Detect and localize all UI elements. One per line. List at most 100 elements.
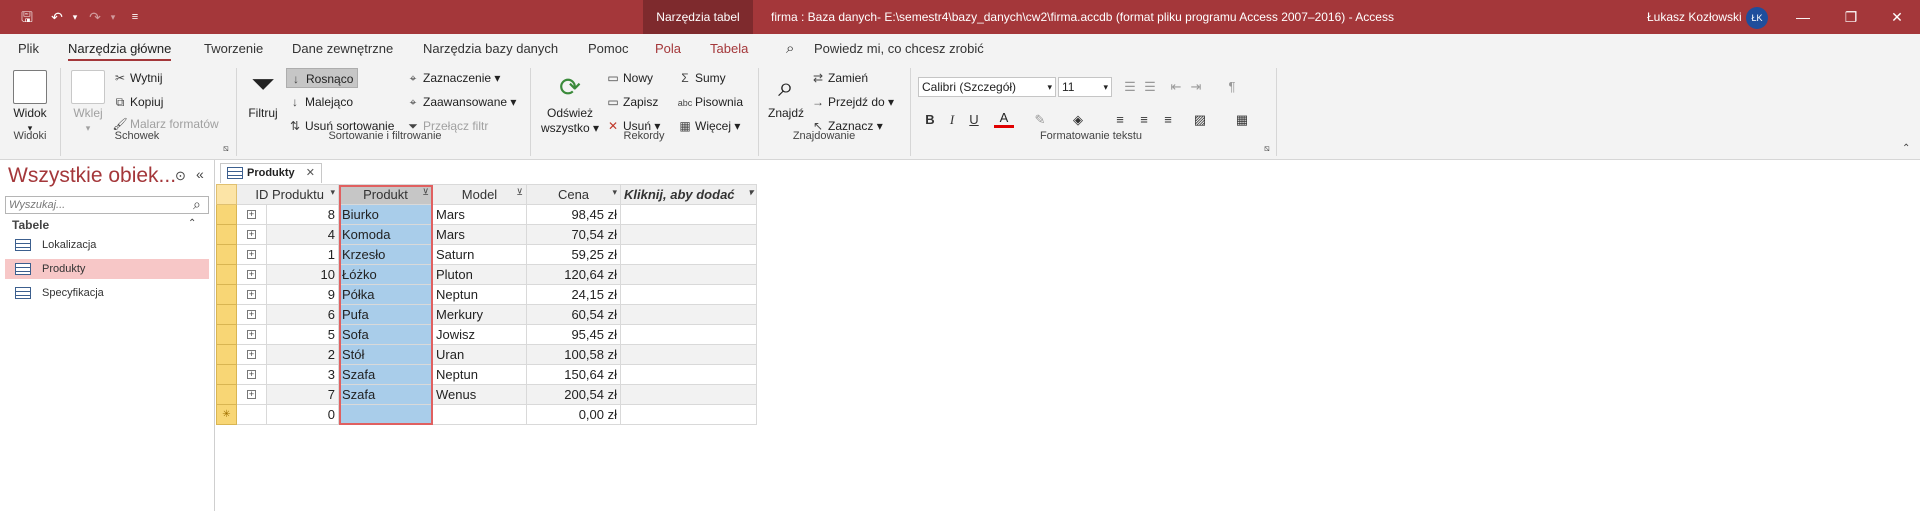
cell-model[interactable]: Pluton bbox=[432, 264, 527, 285]
dropdown-arrow-icon[interactable]: ▾ bbox=[330, 187, 335, 198]
user-name[interactable]: Łukasz Kozłowski bbox=[1647, 0, 1742, 34]
undo-dropdown-icon[interactable]: ▾ bbox=[64, 6, 86, 28]
cell-id[interactable]: 9 bbox=[266, 284, 339, 305]
align-right-icon[interactable]: ≡ bbox=[1158, 110, 1178, 130]
record-selector[interactable] bbox=[216, 284, 237, 305]
shutter-bar-close-icon[interactable]: « bbox=[196, 166, 204, 182]
cell-produkt[interactable]: Biurko bbox=[338, 204, 433, 225]
cell-cena[interactable]: 120,64 zł bbox=[526, 264, 621, 285]
tab-narzedzia-glowne[interactable]: Narzędzia główne bbox=[68, 34, 172, 64]
cell-id[interactable]: 5 bbox=[266, 324, 339, 345]
collapse-ribbon-icon[interactable]: ⌃ bbox=[1902, 143, 1910, 154]
expand-subdatasheet-icon[interactable]: + bbox=[236, 324, 267, 345]
font-color-icon[interactable]: A bbox=[994, 110, 1014, 128]
expand-subdatasheet-icon[interactable]: + bbox=[236, 304, 267, 325]
tab-dane-zewnetrzne[interactable]: Dane zewnętrzne bbox=[292, 34, 393, 64]
filter-button[interactable]: ⏷ Filtruj bbox=[244, 70, 282, 121]
expand-subdatasheet-icon[interactable]: + bbox=[236, 344, 267, 365]
tab-pomoc[interactable]: Pomoc bbox=[588, 34, 628, 64]
close-tab-icon[interactable]: ✕ bbox=[306, 164, 315, 182]
cell-model[interactable] bbox=[432, 404, 527, 425]
view-button[interactable]: Widok ▾ bbox=[8, 70, 52, 136]
cell-cena[interactable]: 98,45 zł bbox=[526, 204, 621, 225]
tab-tworzenie[interactable]: Tworzenie bbox=[204, 34, 263, 64]
search-icon[interactable]: ⌕ bbox=[193, 196, 201, 213]
cell-cena[interactable]: 24,15 zł bbox=[526, 284, 621, 305]
refresh-all-button[interactable]: ⟳ Odśwież wszystko ▾ bbox=[538, 70, 602, 136]
section-collapse-icon[interactable]: ⌃ bbox=[188, 218, 196, 229]
cell-cena[interactable]: 59,25 zł bbox=[526, 244, 621, 265]
tab-tabela[interactable]: Tabela bbox=[710, 34, 748, 64]
cell-add-new[interactable] bbox=[620, 244, 757, 265]
cell-model[interactable]: Mars bbox=[432, 224, 527, 245]
expand-subdatasheet-icon[interactable]: + bbox=[236, 224, 267, 245]
cell-add-new[interactable] bbox=[620, 364, 757, 385]
cell-produkt[interactable]: Sofa bbox=[338, 324, 433, 345]
cut-button[interactable]: ✂ Wytnij bbox=[112, 68, 163, 88]
close-icon[interactable]: ✕ bbox=[1874, 0, 1920, 34]
record-selector[interactable] bbox=[216, 244, 237, 265]
expand-subdatasheet-icon[interactable]: + bbox=[236, 244, 267, 265]
cell-id[interactable]: 1 bbox=[266, 244, 339, 265]
cell-cena[interactable]: 60,54 zł bbox=[526, 304, 621, 325]
cell-model[interactable]: Jowisz bbox=[432, 324, 527, 345]
expand-subdatasheet-icon[interactable]: + bbox=[236, 264, 267, 285]
record-selector[interactable] bbox=[216, 304, 237, 325]
cell-id[interactable]: 3 bbox=[266, 364, 339, 385]
cell-produkt[interactable]: Stół bbox=[338, 344, 433, 365]
select-all-corner[interactable] bbox=[216, 184, 237, 205]
totals-button[interactable]: Σ Sumy bbox=[677, 68, 725, 88]
sort-indicator-icon[interactable]: ⊻ bbox=[516, 187, 523, 198]
align-center-icon[interactable]: ≡ bbox=[1134, 110, 1154, 130]
selection-filter-button[interactable]: ⌖ Zaznaczenie ▾ bbox=[405, 68, 501, 88]
sort-ascending-button[interactable]: ↓ Rosnąco bbox=[286, 68, 358, 88]
customize-quick-access-icon[interactable]: ≡ bbox=[124, 6, 146, 28]
save-record-button[interactable]: ▭ Zapisz bbox=[605, 92, 658, 112]
nav-section-tabele[interactable]: Tabele bbox=[12, 218, 49, 232]
cell-id[interactable]: 4 bbox=[266, 224, 339, 245]
cell-produkt[interactable]: Szafa bbox=[338, 364, 433, 385]
cell-cena[interactable]: 95,45 zł bbox=[526, 324, 621, 345]
cell-cena[interactable]: 150,64 zł bbox=[526, 364, 621, 385]
cell-add-new[interactable] bbox=[620, 264, 757, 285]
tab-narzedzia-bazy-danych[interactable]: Narzędzia bazy danych bbox=[423, 34, 558, 64]
record-selector[interactable] bbox=[216, 224, 237, 245]
cell-add-new[interactable] bbox=[620, 204, 757, 225]
cell-add-new[interactable] bbox=[620, 284, 757, 305]
cell-model[interactable]: Wenus bbox=[432, 384, 527, 405]
cell-id[interactable]: 6 bbox=[266, 304, 339, 325]
underline-icon[interactable]: U bbox=[964, 110, 984, 130]
cell-produkt[interactable]: Komoda bbox=[338, 224, 433, 245]
cell-id[interactable]: 2 bbox=[266, 344, 339, 365]
column-header-id[interactable]: ID Produktu ▾ bbox=[236, 184, 339, 205]
cell-model[interactable]: Uran bbox=[432, 344, 527, 365]
format-launcher-icon[interactable]: ⧅ bbox=[1264, 143, 1270, 154]
cell-produkt[interactable] bbox=[338, 404, 433, 425]
column-header-add-new[interactable]: Kliknij, aby dodać ▾ bbox=[620, 184, 757, 205]
cell-add-new[interactable] bbox=[620, 304, 757, 325]
cell-cena[interactable]: 100,58 zł bbox=[526, 344, 621, 365]
record-selector[interactable] bbox=[216, 264, 237, 285]
expand-subdatasheet-icon[interactable]: + bbox=[236, 364, 267, 385]
cell-add-new[interactable] bbox=[620, 384, 757, 405]
cell-add-new[interactable] bbox=[620, 324, 757, 345]
font-select[interactable]: Calibri (Szczegół) ▾ bbox=[918, 77, 1056, 97]
cell-cena[interactable]: 200,54 zł bbox=[526, 384, 621, 405]
cell-add-new[interactable] bbox=[620, 404, 757, 425]
go-to-button[interactable]: → Przejdź do ▾ bbox=[810, 92, 894, 112]
sort-descending-button[interactable]: ↓ Malejąco bbox=[287, 92, 353, 112]
nav-item-produkty[interactable]: Produkty bbox=[5, 259, 209, 279]
cell-cena[interactable]: 0,00 zł bbox=[526, 404, 621, 425]
align-left-icon[interactable]: ≡ bbox=[1110, 110, 1130, 130]
find-button[interactable]: ⌕ Znajdź bbox=[764, 70, 808, 121]
cell-id[interactable]: 8 bbox=[266, 204, 339, 225]
cell-add-new[interactable] bbox=[620, 344, 757, 365]
bold-icon[interactable]: B bbox=[920, 110, 940, 130]
expand-subdatasheet-icon[interactable]: + bbox=[236, 384, 267, 405]
new-record-icon[interactable]: ✳ bbox=[216, 404, 237, 425]
cell-produkt[interactable]: Półka bbox=[338, 284, 433, 305]
cell-id[interactable]: 7 bbox=[266, 384, 339, 405]
nav-search-input[interactable]: Wyszukaj... bbox=[5, 196, 209, 214]
dropdown-arrow-icon[interactable]: ▾ bbox=[748, 187, 753, 198]
replace-button[interactable]: ⇄ Zamień bbox=[810, 68, 868, 88]
